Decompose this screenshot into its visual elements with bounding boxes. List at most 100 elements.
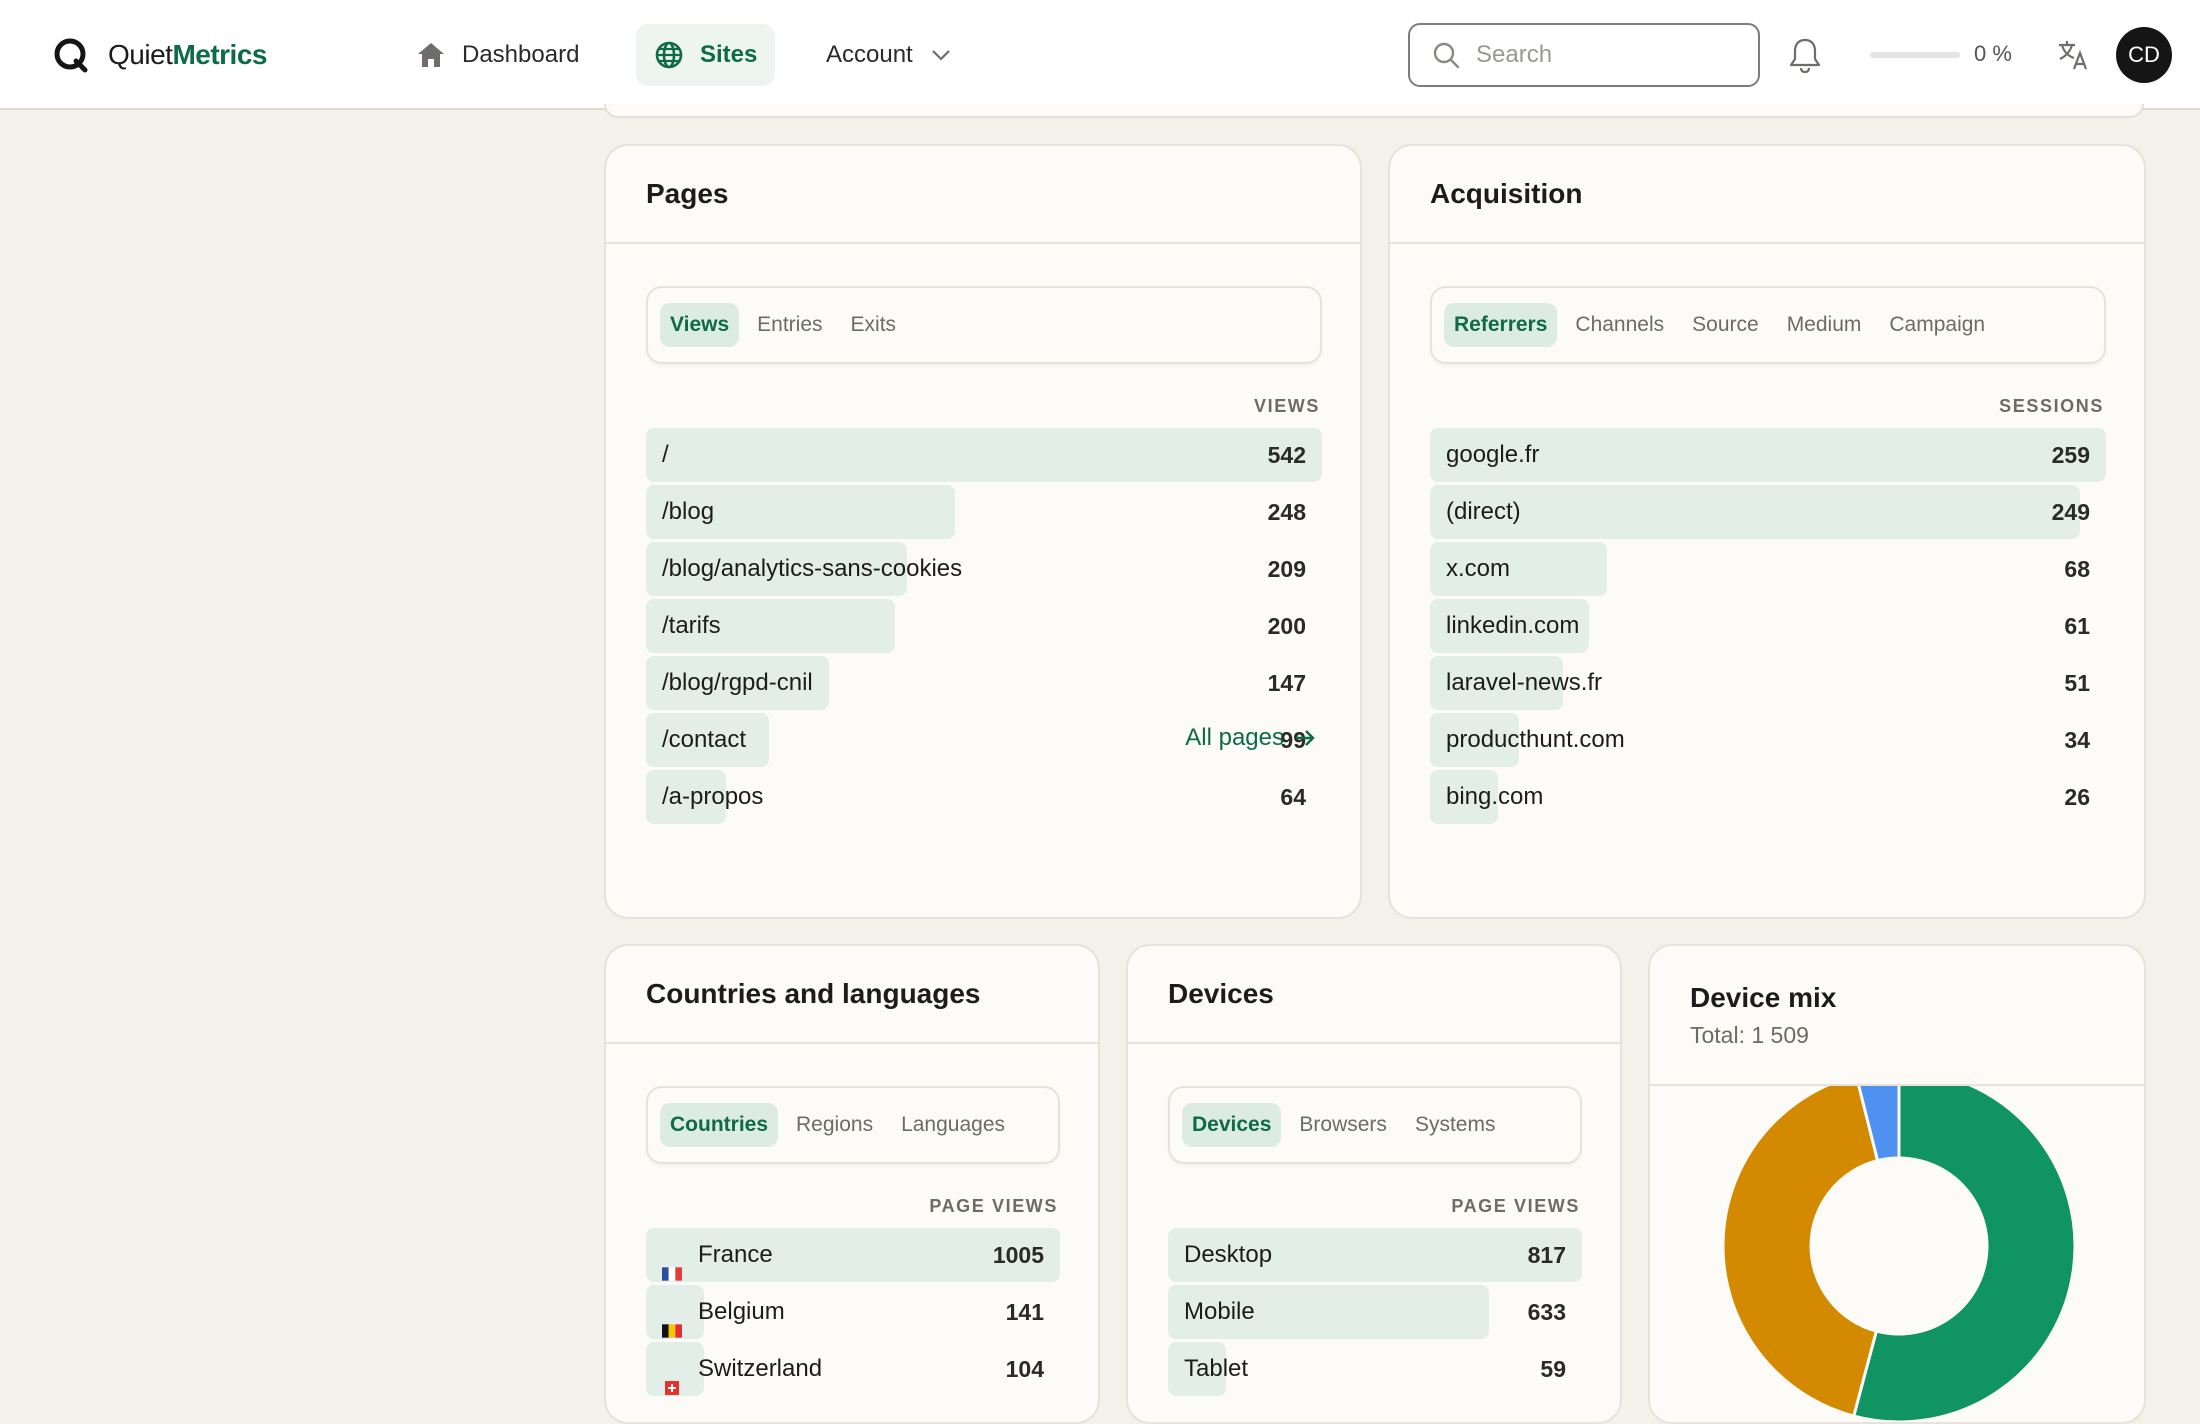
list-item[interactable]: x.com 68 [1430, 542, 2106, 596]
row-label: /a-propos [662, 770, 763, 824]
nav-sites-label: Sites [700, 41, 758, 68]
device-mix-donut-chart [1721, 1086, 2077, 1422]
search-box[interactable] [1408, 23, 1760, 87]
row-value: 542 [1267, 442, 1306, 468]
row-label-text: bing.com [1446, 783, 1544, 810]
device-mix-card: Device mix Total: 1 509 [1648, 944, 2146, 1424]
tab-countries[interactable]: Countries [660, 1103, 779, 1147]
row-value: 141 [1005, 1299, 1044, 1325]
row-label: google.fr [1446, 428, 1539, 482]
row-value: 34 [2064, 727, 2090, 753]
row-label: / [662, 428, 669, 482]
row-label: linkedin.com [1446, 599, 1579, 653]
nav-account[interactable]: Account [808, 24, 969, 86]
translate-icon[interactable] [2056, 38, 2090, 72]
row-label: bing.com [1446, 770, 1543, 824]
row-value: 147 [1267, 670, 1306, 696]
list-item[interactable]: France 1005 [646, 1228, 1060, 1282]
list-item[interactable]: /tarifs 200 [646, 599, 1322, 653]
row-value: 259 [2051, 442, 2090, 468]
countries-list: France 1005 Belgium 141 Switzerland 104 [646, 1228, 1060, 1399]
list-item[interactable]: Desktop 817 [1168, 1228, 1582, 1282]
nav-sites[interactable]: Sites [636, 24, 776, 86]
search-input[interactable] [1474, 40, 1748, 70]
card-previous-bottom [604, 104, 2144, 118]
all-pages-link[interactable]: All pages [1185, 724, 1316, 752]
row-value: 633 [1527, 1299, 1566, 1325]
search-icon [1433, 42, 1460, 69]
list-item[interactable]: google.fr 259 [1430, 428, 2106, 482]
pages-card: Pages Views Entries Exits VIEWS / 542/blo… [604, 144, 1362, 919]
row-label-text: / [662, 441, 669, 468]
devices-title: Devices [1168, 978, 1274, 1009]
tab-systems[interactable]: Systems [1405, 1103, 1506, 1147]
row-bar [1430, 485, 2080, 539]
row-value: 68 [2064, 556, 2090, 582]
list-item[interactable]: Tablet 59 [1168, 1342, 1582, 1396]
tab-referrers[interactable]: Referrers [1444, 303, 1558, 347]
row-value: 209 [1267, 556, 1306, 582]
tab-entries[interactable]: Entries [747, 303, 832, 347]
row-label: producthunt.com [1446, 713, 1625, 767]
list-item[interactable]: linkedin.com 61 [1430, 599, 2106, 653]
tab-exits[interactable]: Exits [841, 303, 907, 347]
list-item[interactable]: Switzerland 104 [646, 1342, 1060, 1396]
list-item[interactable]: /blog 248 [646, 485, 1322, 539]
device-mix-total: Total: 1 509 [1690, 1021, 1809, 1048]
devices-tabs: Devices Browsers Systems [1168, 1086, 1582, 1164]
device-mix-header: Device mix Total: 1 509 [1650, 946, 2144, 1086]
flag-be-icon [662, 1304, 682, 1338]
bell-icon[interactable] [1788, 36, 1822, 74]
logo[interactable]: QuietMetrics [52, 36, 267, 74]
devices-column-header: PAGE VIEWS [1451, 1196, 1580, 1216]
list-item[interactable]: /blog/rgpd-cnil 147 [646, 656, 1322, 710]
tab-languages[interactable]: Languages [891, 1103, 1015, 1147]
pages-title: Pages [646, 178, 729, 209]
tab-source[interactable]: Source [1682, 303, 1769, 347]
row-label: x.com [1446, 542, 1510, 596]
flag-fr-icon [662, 1247, 682, 1281]
tab-campaign[interactable]: Campaign [1879, 303, 1995, 347]
list-item[interactable]: bing.com 26 [1430, 770, 2106, 824]
pages-column-header: VIEWS [1253, 396, 1320, 416]
acquisition-list: google.fr 259 (direct) 249 x.com 68 linkedin.c… [1430, 428, 2106, 827]
list-item[interactable]: producthunt.com 34 [1430, 713, 2106, 767]
tab-views[interactable]: Views [660, 303, 740, 347]
nav-account-label: Account [826, 41, 913, 68]
list-item[interactable]: (direct) 249 [1430, 485, 2106, 539]
tab-medium[interactable]: Medium [1777, 303, 1872, 347]
row-label-text: laravel-news.fr [1446, 669, 1603, 696]
row-label: Tablet [1184, 1342, 1248, 1396]
row-value: 200 [1267, 613, 1306, 639]
list-item[interactable]: laravel-news.fr 51 [1430, 656, 2106, 710]
row-label: (direct) [1446, 485, 1521, 539]
row-label-text: x.com [1446, 555, 1511, 582]
list-item[interactable]: /a-propos 64 [646, 770, 1322, 824]
row-label-text: producthunt.com [1446, 726, 1625, 753]
arrow-right-icon [1296, 730, 1315, 746]
row-label: /blog/rgpd-cnil [662, 656, 813, 710]
countries-card-header: Countries and languages [606, 946, 1098, 1044]
list-item[interactable]: /blog/analytics-sans-cookies 209 [646, 542, 1322, 596]
pages-card-header: Pages [606, 146, 1360, 244]
tab-browsers[interactable]: Browsers [1289, 1103, 1397, 1147]
nav-dashboard-label: Dashboard [462, 41, 580, 68]
list-item[interactable]: Mobile 633 [1168, 1285, 1582, 1339]
avatar[interactable]: CD [2116, 27, 2172, 83]
tab-channels[interactable]: Channels [1565, 303, 1674, 347]
list-item[interactable]: Belgium 141 [646, 1285, 1060, 1339]
tab-devices[interactable]: Devices [1182, 1103, 1282, 1147]
row-label: Belgium [662, 1285, 785, 1339]
row-label-text: /blog/rgpd-cnil [662, 669, 813, 696]
list-item[interactable]: / 542 [646, 428, 1322, 482]
row-label-text: /tarifs [662, 612, 721, 639]
row-value: 61 [2064, 613, 2090, 639]
row-value: 817 [1527, 1242, 1566, 1268]
nav-dashboard[interactable]: Dashboard [398, 24, 597, 86]
pages-tabs: Views Entries Exits [646, 286, 1322, 364]
tab-regions[interactable]: Regions [786, 1103, 883, 1147]
row-label-text: Mobile [1184, 1298, 1255, 1325]
device-mix-title: Device mix [1690, 981, 1837, 1013]
countries-card: Countries and languages Countries Region… [604, 944, 1100, 1424]
donut-slice-mobile[interactable] [1721, 1086, 1880, 1418]
